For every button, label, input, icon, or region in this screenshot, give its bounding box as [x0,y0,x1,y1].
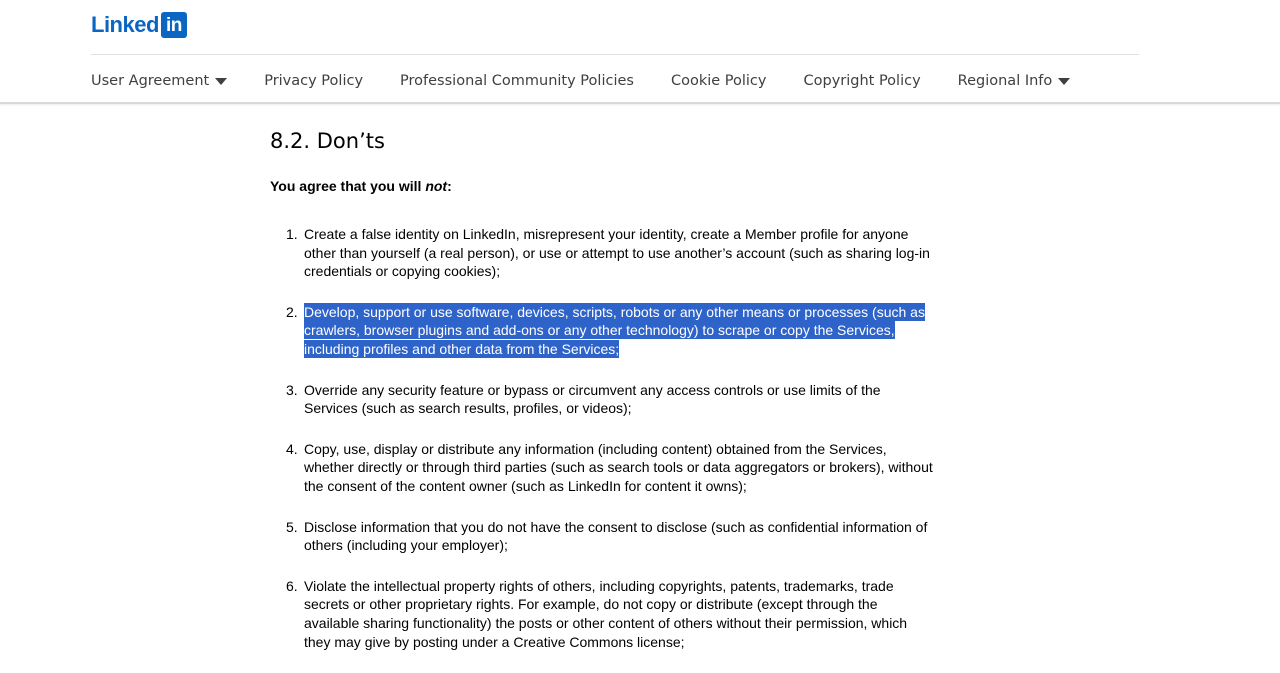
nav-item-label: Privacy Policy [264,73,364,89]
list-item: 4. Copy, use, display or distribute any … [270,440,934,496]
header-divider [91,54,1139,55]
section-title: 8.2. Don’ts [270,129,385,153]
list-item-text: Disclose information that you do not hav… [304,518,928,554]
list-item: 3. Override any security feature or bypa… [270,381,934,418]
intro-before: You agree that you will [270,178,426,194]
nav-item-label: Cookie Policy [670,73,767,89]
nav-item-regional-info[interactable]: Regional Info [958,69,1071,93]
nav-item-privacy-policy[interactable]: Privacy Policy [264,69,363,93]
list-item-text: Create a false identity on LinkedIn, mis… [304,226,930,280]
policy-content: 8.2. Don’ts You agree that you will not:… [270,120,950,673]
selected-list-item-text: Develop, support or use software, device… [304,302,925,358]
caret-down-icon [215,78,228,85]
intro-emphasis: not [425,178,448,194]
logo-in-badge-icon: in [160,12,187,38]
caret-down-icon [1058,78,1071,85]
nav-item-user-agreement[interactable]: User Agreement [91,69,228,93]
nav-item-cookie-policy[interactable]: Cookie Policy [671,69,767,93]
list-item-number: 4. [286,440,298,457]
nav-item-label: Professional Community Policies [400,73,634,89]
list-item-text: Violate the intellectual property rights… [304,577,908,650]
list-item-number: 3. [286,381,298,398]
list-item-number: 5. [286,518,298,535]
list-item: 2. Develop, support or use software, dev… [270,302,934,359]
list-item-text: Copy, use, display or distribute any inf… [304,440,933,494]
site-header: Linked in User Agreement Privacy Policy … [0,0,1280,104]
list-item: 1. Create a false identity on LinkedIn, … [270,225,934,281]
nav-item-label: Copyright Policy [803,73,921,89]
nav-item-label: User Agreement [91,73,210,89]
intro-text: You agree that you will not: [270,176,950,196]
list-item-number: 6. [286,577,298,594]
intro-after: : [447,178,452,194]
logo-wordmark: Linked [91,12,159,37]
list-item-text: Override any security feature or bypass … [304,381,881,417]
nav-item-copyright-policy[interactable]: Copyright Policy [804,69,921,93]
nav-item-label: Regional Info [957,73,1053,89]
list-item-number: 2. [286,303,298,320]
donts-list: 1. Create a false identity on LinkedIn, … [270,225,950,651]
list-item: 5. Disclose information that you do not … [270,518,934,555]
list-item-number: 1. [286,226,298,242]
list-item: 6. Violate the intellectual property rig… [270,577,934,651]
policy-nav: User Agreement Privacy Policy Profession… [91,68,1107,94]
linkedin-logo[interactable]: Linked in [91,12,187,38]
nav-item-professional-community-policies[interactable]: Professional Community Policies [400,69,634,93]
